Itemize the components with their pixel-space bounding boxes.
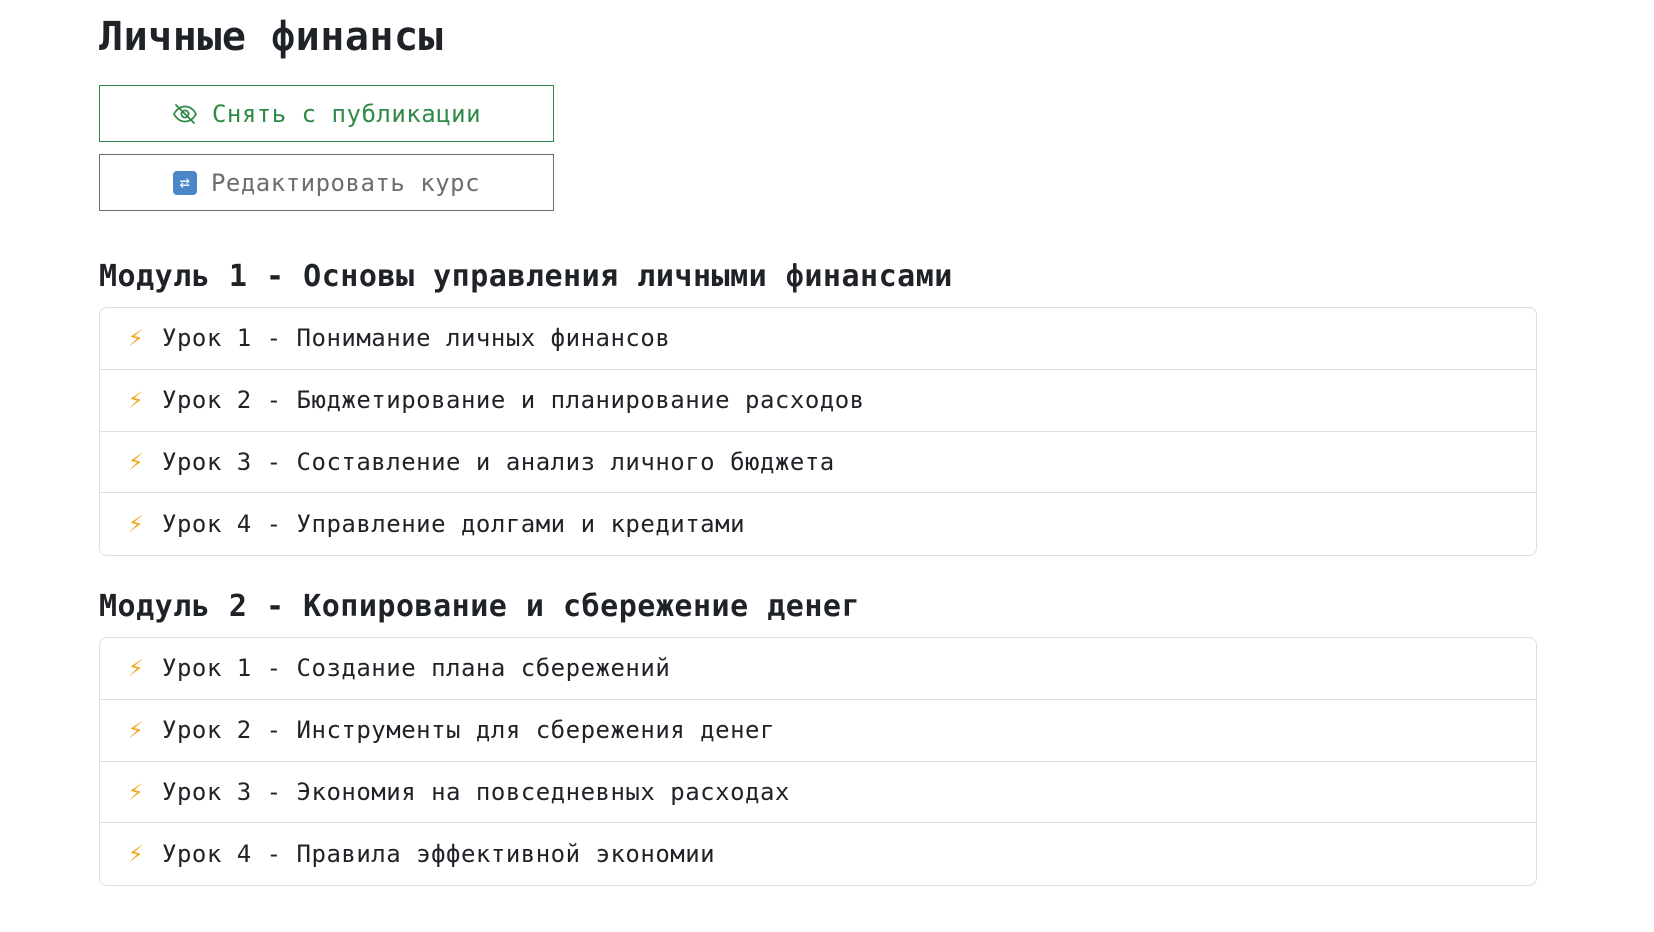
lesson-item[interactable]: ⚡ Урок 1 - Создание плана сбережений <box>100 638 1536 700</box>
course-page: Личные финансы Снять с публикации ⇄ Реда… <box>99 0 1537 886</box>
lightning-icon: ⚡ <box>127 776 145 807</box>
eye-slash-icon <box>172 103 198 125</box>
lightning-icon: ⚡ <box>127 653 145 684</box>
edit-course-button[interactable]: ⇄ Редактировать курс <box>99 154 554 211</box>
lightning-icon: ⚡ <box>127 839 145 870</box>
lesson-item[interactable]: ⚡ Урок 4 - Управление долгами и кредитам… <box>100 493 1536 555</box>
repeat-icon: ⇄ <box>172 170 197 195</box>
lesson-label: Урок 4 - Управление долгами и кредитами <box>162 510 746 539</box>
lesson-item[interactable]: ⚡ Урок 3 - Составление и анализ личного … <box>100 432 1536 494</box>
lightning-icon: ⚡ <box>127 446 145 477</box>
lesson-label: Урок 1 - Создание плана сбережений <box>162 654 671 683</box>
lesson-label: Урок 3 - Составление и анализ личного бю… <box>162 447 835 476</box>
course-title: Личные финансы <box>99 14 444 60</box>
module-lesson-list: ⚡ Урок 1 - Понимание личных финансов ⚡ У… <box>99 307 1537 556</box>
lightning-icon: ⚡ <box>127 509 145 540</box>
lesson-label: Урок 1 - Понимание личных финансов <box>162 324 671 353</box>
lightning-icon: ⚡ <box>127 323 145 354</box>
module-lesson-list: ⚡ Урок 1 - Создание плана сбережений ⚡ У… <box>99 637 1537 886</box>
module-title: Модуль 1 - Основы управления личными фин… <box>99 259 953 294</box>
lesson-label: Урок 3 - Экономия на повседневных расход… <box>162 777 790 806</box>
unpublish-button[interactable]: Снять с публикации <box>99 85 554 142</box>
lightning-icon: ⚡ <box>127 715 145 746</box>
module-title: Модуль 2 - Копирование и сбережение дене… <box>99 589 861 624</box>
lesson-label: Урок 4 - Правила эффективной экономии <box>162 840 716 869</box>
lesson-item[interactable]: ⚡ Урок 2 - Инструменты для сбережения де… <box>100 700 1536 762</box>
lesson-label: Урок 2 - Бюджетирование и планирование р… <box>162 386 865 415</box>
lesson-item[interactable]: ⚡ Урок 1 - Понимание личных финансов <box>100 308 1536 370</box>
lesson-item[interactable]: ⚡ Урок 4 - Правила эффективной экономии <box>100 823 1536 885</box>
edit-course-button-label: Редактировать курс <box>210 168 481 197</box>
lightning-icon: ⚡ <box>127 385 145 416</box>
lesson-label: Урок 2 - Инструменты для сбережения дене… <box>162 716 775 745</box>
lesson-item[interactable]: ⚡ Урок 2 - Бюджетирование и планирование… <box>100 370 1536 432</box>
lesson-item[interactable]: ⚡ Урок 3 - Экономия на повседневных расх… <box>100 762 1536 824</box>
unpublish-button-label: Снять с публикации <box>211 99 482 128</box>
